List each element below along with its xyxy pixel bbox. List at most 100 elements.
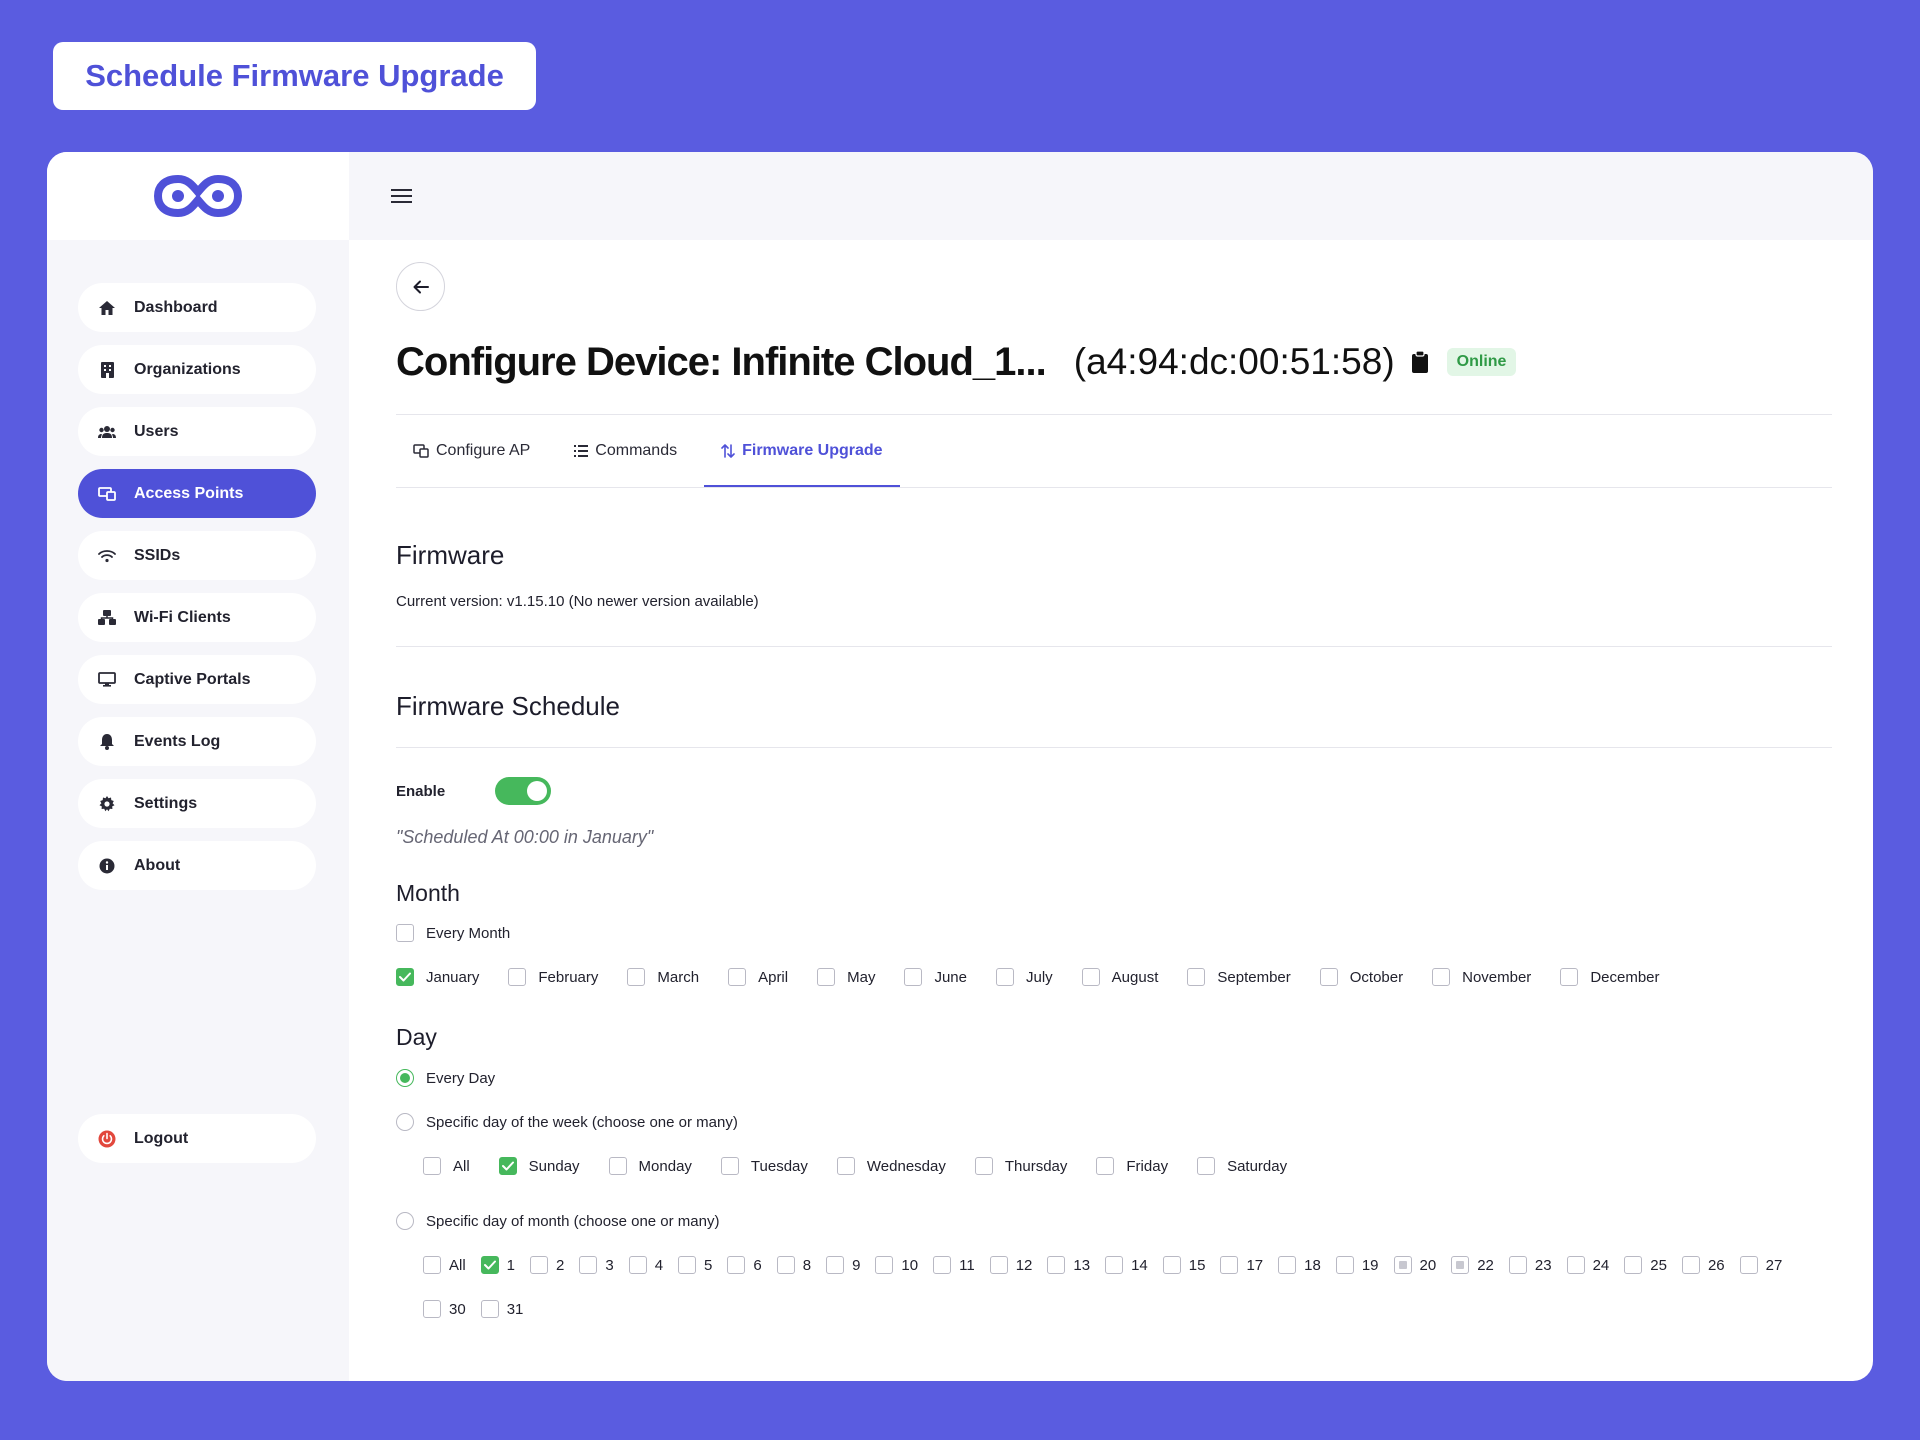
- weekday-checkbox-thursday[interactable]: Thursday: [974, 1157, 1067, 1175]
- monthday-checkbox-27[interactable]: 27: [1739, 1256, 1782, 1274]
- monthday-checkbox-17[interactable]: 17: [1220, 1256, 1263, 1274]
- arrow-left-icon: [413, 280, 429, 293]
- logout-button[interactable]: Logout: [78, 1114, 316, 1163]
- radio-circle: [396, 1069, 414, 1087]
- monthday-checkbox-18[interactable]: 18: [1278, 1256, 1321, 1274]
- sidebar-item-users[interactable]: Users: [78, 407, 316, 456]
- checkbox-box: [627, 968, 646, 986]
- month-checkbox-january[interactable]: January: [396, 968, 479, 986]
- monthday-checkbox-14[interactable]: 14: [1105, 1256, 1148, 1274]
- month-checkbox-october[interactable]: October: [1319, 968, 1404, 986]
- monthday-checkbox-5[interactable]: 5: [678, 1256, 712, 1274]
- tab-commands[interactable]: Commands: [557, 415, 694, 487]
- sidebar-item-dashboard[interactable]: Dashboard: [78, 283, 316, 332]
- weekday-checkbox-tuesday[interactable]: Tuesday: [720, 1157, 808, 1175]
- month-checkbox-may[interactable]: May: [817, 968, 875, 986]
- sidebar-item-label: Dashboard: [134, 298, 218, 316]
- schedule-title: Firmware Schedule: [396, 691, 620, 721]
- weekday-checkbox-saturday[interactable]: Saturday: [1197, 1157, 1287, 1175]
- checkbox-box: [423, 1300, 441, 1318]
- specific-weekday-radio[interactable]: Specific day of the week (choose one or …: [396, 1113, 738, 1131]
- checkbox-box: [530, 1256, 549, 1274]
- checkbox-box: [817, 968, 836, 986]
- every-month-checkbox[interactable]: Every Month: [396, 924, 510, 942]
- sidebar-item-settings[interactable]: Settings: [78, 779, 316, 828]
- monthday-checkbox-11[interactable]: 11: [933, 1256, 975, 1274]
- monthday-checkbox-22[interactable]: 22: [1451, 1256, 1494, 1274]
- specific-monthday-radio[interactable]: Specific day of month (choose one or man…: [396, 1212, 719, 1230]
- weekday-checkbox-all[interactable]: All: [423, 1157, 470, 1175]
- monthday-checkbox-23[interactable]: 23: [1508, 1256, 1552, 1274]
- checkbox-box: [1508, 1256, 1527, 1274]
- weekday-checkbox-friday[interactable]: Friday: [1096, 1157, 1168, 1175]
- sidebar-item-events-log[interactable]: Events Log: [78, 717, 316, 766]
- checkbox-box: [579, 1256, 598, 1274]
- checkbox-box: [728, 968, 747, 986]
- monthday-checkbox-26[interactable]: 26: [1681, 1256, 1725, 1274]
- monthday-checkbox-31[interactable]: 31: [480, 1300, 523, 1318]
- checkbox-label: Friday: [1126, 1157, 1169, 1175]
- month-checkbox-august[interactable]: August: [1081, 968, 1158, 986]
- bell-icon: [97, 733, 117, 751]
- monthday-checkbox-9[interactable]: 9: [826, 1256, 860, 1274]
- checkbox-box: [875, 1256, 894, 1274]
- monthday-checkbox-15[interactable]: 15: [1162, 1256, 1205, 1274]
- checkbox-box: [1393, 1256, 1412, 1274]
- divider: [396, 646, 1832, 647]
- checkbox-label: 14: [1131, 1256, 1148, 1274]
- month-options: January February March April May June July Augu…: [396, 968, 1832, 986]
- weekday-checkbox-sunday[interactable]: Sunday: [498, 1157, 580, 1175]
- month-checkbox-july[interactable]: July: [995, 968, 1053, 986]
- monthday-checkbox-6[interactable]: 6: [727, 1256, 762, 1274]
- checkbox-box: [1451, 1256, 1470, 1274]
- monthday-checkbox-24[interactable]: 24: [1566, 1256, 1610, 1274]
- month-checkbox-september[interactable]: September: [1187, 968, 1291, 986]
- schedule-summary: "Scheduled At 00:00 in January": [396, 827, 654, 847]
- monthday-checkbox-12[interactable]: 12: [989, 1256, 1033, 1274]
- every-day-radio[interactable]: Every Day: [396, 1069, 495, 1087]
- checkbox-box: [1081, 968, 1100, 986]
- hamburger-menu-icon[interactable]: [391, 188, 413, 204]
- checkbox-label: 13: [1073, 1256, 1091, 1274]
- checkbox-label: 12: [1015, 1256, 1033, 1274]
- weekday-checkbox-monday[interactable]: Monday: [608, 1157, 692, 1175]
- monthday-checkbox-1[interactable]: 1: [480, 1256, 515, 1274]
- every-month-row: Every Month: [396, 924, 1832, 942]
- sidebar-item-access-points[interactable]: Access Points: [78, 469, 316, 518]
- sidebar-item-about[interactable]: About: [78, 841, 316, 890]
- monthday-checkbox-25[interactable]: 25: [1624, 1256, 1667, 1274]
- weekday-checkbox-wednesday[interactable]: Wednesday: [836, 1157, 946, 1175]
- monthday-checkbox-all[interactable]: All: [423, 1256, 466, 1274]
- monthday-checkbox-19[interactable]: 19: [1335, 1256, 1379, 1274]
- info-icon: [97, 857, 117, 875]
- checkbox-label: October: [1349, 968, 1404, 986]
- back-button[interactable]: [396, 262, 445, 311]
- monthday-checkbox-4[interactable]: 4: [628, 1256, 663, 1274]
- sidebar-item-ssids[interactable]: SSIDs: [78, 531, 316, 580]
- monthday-checkbox-3[interactable]: 3: [579, 1256, 614, 1274]
- sidebar-item-captive-portals[interactable]: Captive Portals: [78, 655, 316, 704]
- month-checkbox-march[interactable]: March: [627, 968, 699, 986]
- checkbox-box: [776, 1256, 795, 1274]
- monthday-checkbox-8[interactable]: 8: [776, 1256, 811, 1274]
- access-point-icon: [97, 485, 117, 503]
- checkbox-label: 24: [1592, 1256, 1610, 1274]
- tab-firmware-upgrade[interactable]: Firmware Upgrade: [704, 415, 901, 487]
- checkbox-box: [1560, 968, 1579, 986]
- enable-toggle[interactable]: [495, 777, 551, 805]
- monthday-checkbox-30[interactable]: 30: [423, 1300, 466, 1318]
- sidebar-item-organizations[interactable]: Organizations: [78, 345, 316, 394]
- sidebar-item-wifi-clients[interactable]: Wi-Fi Clients: [78, 593, 316, 642]
- tab-configure-ap[interactable]: Configure AP: [396, 415, 547, 487]
- monthday-checkbox-10[interactable]: 10: [875, 1256, 918, 1274]
- checkbox-box: [1624, 1256, 1643, 1274]
- monthday-checkbox-2[interactable]: 2: [530, 1256, 564, 1274]
- monthday-checkbox-13[interactable]: 13: [1047, 1256, 1090, 1274]
- month-checkbox-november[interactable]: November: [1432, 968, 1531, 986]
- month-checkbox-april[interactable]: April: [728, 968, 788, 986]
- month-checkbox-june[interactable]: June: [904, 968, 967, 986]
- monthday-checkbox-20[interactable]: 20: [1393, 1256, 1436, 1274]
- month-checkbox-february[interactable]: February: [508, 968, 598, 986]
- month-checkbox-december[interactable]: December: [1560, 968, 1660, 986]
- clipboard-icon[interactable]: [1411, 351, 1429, 373]
